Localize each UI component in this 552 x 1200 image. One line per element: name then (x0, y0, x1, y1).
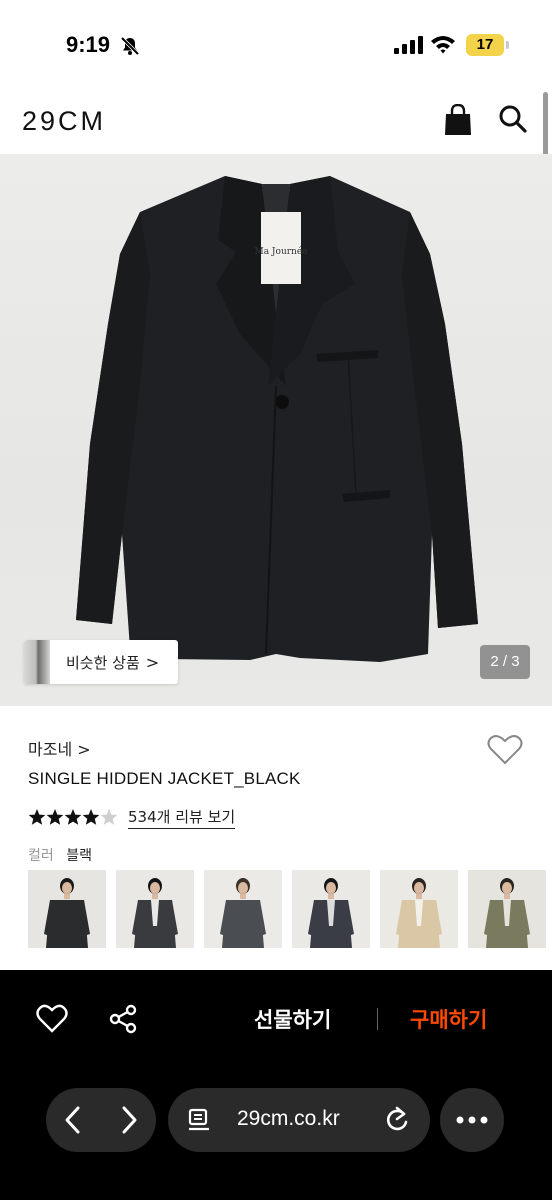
search-icon[interactable] (498, 104, 528, 134)
color-swatch-black[interactable] (28, 870, 106, 948)
color-row: 컬러 블랙 (28, 845, 92, 865)
color-label: 컬러 (28, 848, 54, 864)
battery-indicator: 17 (466, 34, 504, 56)
signal-icon (394, 36, 423, 54)
brand-link[interactable]: 마조네 > (28, 736, 91, 760)
page-scrollbar[interactable] (543, 92, 548, 156)
similar-products-label: 비슷한 상품 (66, 653, 140, 672)
wishlist-heart-icon[interactable] (487, 734, 523, 766)
similar-products-button[interactable]: 비슷한 상품 > (24, 640, 178, 684)
swatch-model-photo (468, 870, 546, 948)
reader-icon[interactable] (188, 1108, 210, 1132)
color-swatch-charcoal[interactable] (116, 870, 194, 948)
heart-icon[interactable] (36, 1004, 68, 1034)
color-swatch-khaki[interactable] (468, 870, 546, 948)
rating-stars (28, 809, 118, 825)
color-swatch-dark-grey[interactable] (204, 870, 282, 948)
swatch-model-photo (380, 870, 458, 948)
swatch-model-photo (292, 870, 370, 948)
status-time: 9:19 (66, 32, 111, 57)
battery-tip (506, 41, 509, 49)
reload-icon[interactable] (384, 1106, 410, 1134)
color-swatch-beige[interactable] (380, 870, 458, 948)
buy-button[interactable]: 구매하기 (410, 1004, 487, 1034)
shopping-bag-icon[interactable] (444, 104, 472, 136)
wifi-icon (431, 36, 455, 54)
color-swatch-navy[interactable] (292, 870, 370, 948)
color-swatch-list (28, 870, 552, 950)
swatch-model-photo (116, 870, 194, 948)
swatch-model-photo (204, 870, 282, 948)
product-name: SINGLE HIDDEN JACKET_BLACK (28, 769, 301, 788)
swatch-model-photo (28, 870, 106, 948)
image-pager: 2 / 3 (480, 645, 530, 679)
color-value: 블랙 (66, 848, 92, 864)
bell-slash-icon (120, 36, 140, 56)
rating-row: 534개 리뷰 보기 (28, 804, 236, 830)
url-text[interactable]: 29cm.co.kr (237, 1107, 340, 1131)
garment-tag-text: Ma Journée (254, 246, 307, 257)
action-divider (377, 1008, 378, 1030)
gift-button[interactable]: 선물하기 (254, 1004, 331, 1034)
share-icon[interactable] (108, 1004, 138, 1034)
brand-logo[interactable]: 29CM (22, 106, 106, 137)
product-photo: Ma Journée (76, 176, 478, 662)
similar-product-thumbnail (24, 640, 50, 684)
more-dots-icon[interactable] (454, 1114, 490, 1126)
product-image-gallery[interactable]: Ma Journée 비슷한 상품 > 2 / 3 (0, 154, 552, 706)
back-arrow-icon[interactable] (62, 1104, 84, 1136)
status-bar: 9:19 17 (0, 0, 552, 90)
app-header: 29CM (0, 90, 552, 154)
forward-arrow-icon[interactable] (118, 1104, 140, 1136)
chevron-right-icon: > (145, 652, 160, 672)
review-link[interactable]: 534개 리뷰 보기 (128, 806, 236, 829)
